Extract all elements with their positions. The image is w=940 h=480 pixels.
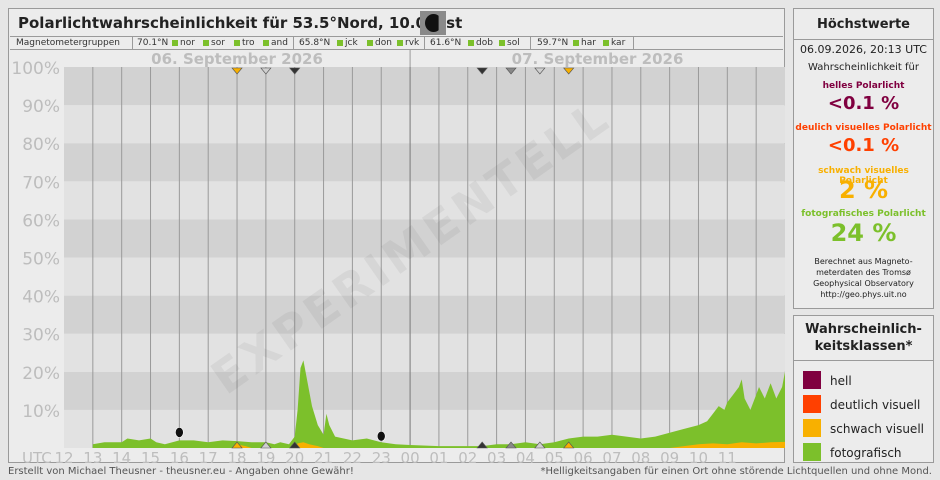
x-tick-label: 04 <box>516 449 535 467</box>
station-code: har <box>581 38 596 48</box>
legend-swatch-hell <box>803 371 821 389</box>
maxima-value-schwach: 2 % <box>838 176 889 204</box>
legend-swatch-foto <box>803 443 821 461</box>
x-tick-label: 10 <box>689 449 708 467</box>
x-tick-label: 05 <box>545 449 564 467</box>
station-group-lat: 70.1°N <box>137 38 169 48</box>
chart-title-bar: Polarlichtwahrscheinlichkeit für 53.5°No… <box>10 10 783 36</box>
y-tick-label: 50% <box>22 250 60 270</box>
source-line: meterdaten des Tromsø <box>816 268 911 277</box>
x-tick-label: 17 <box>199 449 218 467</box>
y-axis-labels: 10% 20% 30% 40% 50% 60% 70% 80% 90% 100% <box>11 59 60 422</box>
x-tick-label: 13 <box>83 449 102 467</box>
footer-credit: Erstellt von Michael Theusner - theusner… <box>8 466 354 477</box>
legend-swatch-schwach <box>803 419 821 437</box>
x-tick-label: 02 <box>458 449 477 467</box>
x-tick-label: 01 <box>429 449 448 467</box>
y-tick-label: 70% <box>22 173 60 193</box>
x-tick-label: 20 <box>285 449 304 467</box>
grid-band <box>64 295 785 334</box>
source-url: http://geo.phys.uit.no <box>820 290 907 299</box>
maxima-source: Berechnet aus Magneto- meterdaten des Tr… <box>794 256 933 300</box>
moon-phase-icon <box>420 11 446 35</box>
maxima-heading: Höchstwerte <box>817 17 910 32</box>
x-axis-labels: UTC 12 13 14 15 16 17 18 19 20 21 22 23 00 01 02 03 04 05 0… <box>22 449 737 467</box>
maxima-value-foto: 24 % <box>830 219 897 247</box>
x-tick-label: 16 <box>170 449 189 467</box>
grid-band <box>64 67 785 106</box>
x-tick-label: 06 <box>574 449 593 467</box>
x-tick-label: 14 <box>112 449 131 467</box>
source-line: Berechnet aus Magneto- <box>814 257 913 266</box>
station-code: sor <box>211 38 225 48</box>
date-labels: 06. September 2026 07. September 2026 <box>151 50 683 68</box>
grid-band <box>64 105 785 144</box>
grid-band <box>64 371 785 410</box>
station-code: dob <box>476 38 493 48</box>
grid-band <box>64 333 785 372</box>
x-tick-label: 09 <box>660 449 679 467</box>
station-group-lat: 61.6°N <box>430 38 462 48</box>
x-tick-label: 15 <box>141 449 160 467</box>
station-group-lat: 59.7°N <box>537 38 569 48</box>
x-tick-label: 07 <box>602 449 621 467</box>
legend-label-schwach: schwach visuell <box>830 422 924 436</box>
legend-label-deutlich: deutlich visuell <box>830 398 921 412</box>
legend-panel: Wahrscheinlich- keitsklassen* hell deutl… <box>793 315 934 463</box>
maxima-label-foto: fotografisches Polarlicht <box>801 209 926 219</box>
source-line: Geophysical Observatory <box>813 279 914 288</box>
station-code: tro <box>242 38 255 48</box>
maxima-label-hell: helles Polarlicht <box>822 81 905 91</box>
y-tick-label: 20% <box>22 364 60 384</box>
legend-heading: Wahrscheinlich- keitsklassen* <box>805 322 922 354</box>
y-tick-label: 80% <box>22 135 60 155</box>
station-code: rvk <box>405 38 420 48</box>
footer-note: *Helligkeitsangaben für einen Ort ohne s… <box>540 466 932 477</box>
station-code: don <box>375 38 392 48</box>
maxima-intro: Wahrscheinlichkeit für <box>808 62 919 73</box>
y-tick-label: 40% <box>22 288 60 308</box>
y-tick-label: 90% <box>22 97 60 117</box>
station-code: sol <box>507 38 520 48</box>
maxima-value-deutlich: <0.1 % <box>827 135 900 156</box>
x-axis-title: UTC <box>22 449 52 467</box>
maxima-panel: Höchstwerte 06.09.2026, 20:13 UTC Wahrsc… <box>793 8 934 309</box>
x-tick-label: 19 <box>256 449 275 467</box>
stations-label: Magnetometergruppen <box>16 38 120 48</box>
date-label: 07. September 2026 <box>512 50 684 68</box>
chart-title: Polarlichtwahrscheinlichkeit für 53.5°No… <box>18 14 463 32</box>
x-tick-label: 23 <box>372 449 391 467</box>
maxima-value-hell: <0.1 % <box>827 93 900 114</box>
x-tick-label: 12 <box>54 449 73 467</box>
x-tick-label: 21 <box>314 449 333 467</box>
x-tick-label: 22 <box>343 449 362 467</box>
station-code: nor <box>180 38 195 48</box>
legend-swatch-deutlich <box>803 395 821 413</box>
y-tick-label: 30% <box>22 326 60 346</box>
x-tick-label: 08 <box>631 449 650 467</box>
maxima-timestamp: 06.09.2026, 20:13 UTC <box>800 43 927 56</box>
x-tick-label: 18 <box>227 449 246 467</box>
station-code: and <box>271 38 288 48</box>
moon-marker <box>376 430 386 442</box>
legend-label-foto: fotografisch <box>830 446 902 460</box>
y-tick-label: 60% <box>22 211 60 231</box>
legend-label-hell: hell <box>830 374 852 388</box>
date-label: 06. September 2026 <box>151 50 323 68</box>
x-tick-label: 00 <box>401 449 420 467</box>
magnetometer-groups-bar: Magnetometergruppen 70.1°N nor sor tro a… <box>10 36 783 50</box>
y-tick-label: 10% <box>22 402 60 422</box>
x-tick-label: 03 <box>487 449 506 467</box>
maxima-label-deutlich: deulich visuelles Polarlicht <box>795 123 932 133</box>
station-group-lat: 65.8°N <box>299 38 331 48</box>
x-tick-label: 11 <box>718 449 737 467</box>
grid-band <box>64 143 785 182</box>
moon-marker <box>175 427 184 438</box>
station-code: jck <box>345 38 358 48</box>
y-tick-label: 100% <box>11 59 60 79</box>
station-code: kar <box>611 38 626 48</box>
